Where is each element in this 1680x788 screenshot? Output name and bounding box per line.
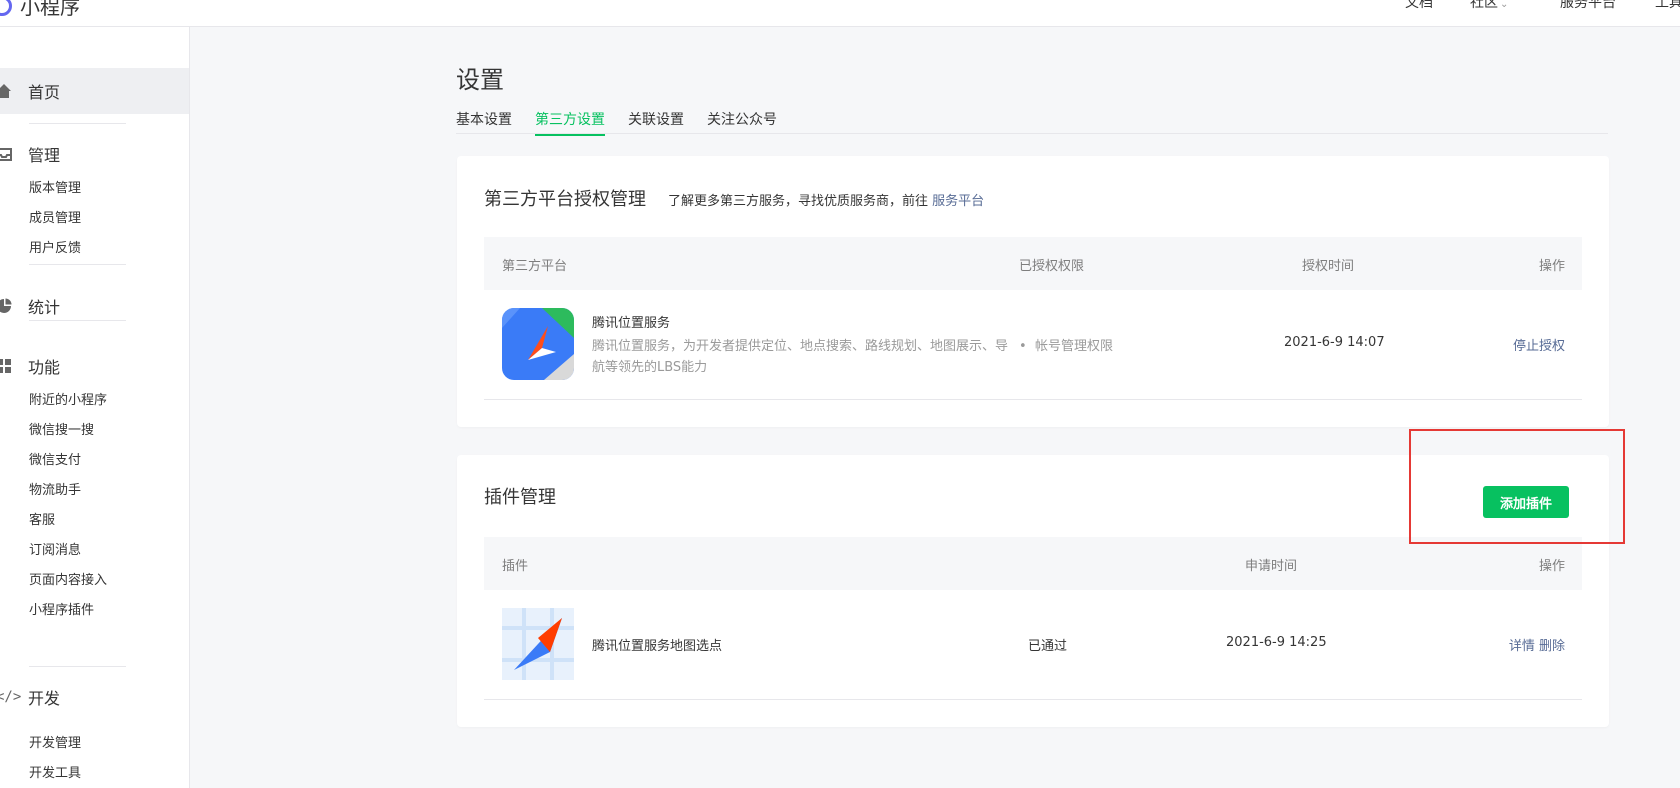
column-header: 已授权权限 — [1019, 259, 1085, 274]
column-header: 第三方平台 — [502, 259, 568, 274]
divider — [29, 123, 126, 124]
platform-description-line: 航等领先的LBS能力 — [592, 360, 708, 375]
sidebar-item-label: 功能 — [28, 358, 61, 377]
card-description: 了解更多第三方服务，寻找优质服务商，前往 服务平台 — [668, 190, 984, 209]
sidebar-item-plugins[interactable]: 小程序插件 — [29, 599, 94, 618]
tab-follow-official-account[interactable]: 关注公众号 — [707, 109, 777, 134]
column-header: 操作 — [1538, 259, 1565, 274]
sidebar-item-version-management[interactable]: 版本管理 — [29, 177, 81, 196]
sidebar-item-stats[interactable]: 统计 — [0, 283, 189, 329]
map-picker-plugin-icon — [502, 608, 574, 680]
sidebar-item-logistics[interactable]: 物流助手 — [29, 479, 81, 498]
permission-item: • 帐号管理权限 — [1019, 335, 1113, 354]
settings-tabs: 基本设置 第三方设置 关联设置 关注公众号 — [456, 106, 1608, 136]
grid-icon — [0, 358, 12, 374]
sidebar-item-dev-management[interactable]: 开发管理 — [29, 732, 81, 751]
platform-description-line: 腾讯位置服务，为开发者提供定位、地点搜索、路线规划、地图展示、导 — [592, 339, 1009, 354]
nav-community-label: 社区 — [1470, 0, 1498, 11]
bullet-icon: • — [1019, 339, 1035, 354]
code-icon: </> — [0, 689, 22, 705]
column-header: 插件 — [502, 559, 529, 574]
sidebar-item-develop[interactable]: </> 开发 — [0, 674, 189, 720]
table-row: 腾讯位置服务地图选点 已通过 2021-6-9 14:25 详情 删除 — [484, 590, 1582, 700]
sidebar-item-page-content[interactable]: 页面内容接入 — [29, 569, 107, 588]
highlight-annotation-box — [1409, 429, 1625, 544]
logo-text: 小程序 — [20, 0, 80, 19]
nav-docs[interactable]: 文档 — [1405, 0, 1433, 12]
tencent-location-app-icon — [502, 308, 574, 380]
service-platform-link[interactable]: 服务平台 — [932, 194, 984, 209]
sidebar-item-subscribe-message[interactable]: 订阅消息 — [29, 539, 81, 558]
sidebar-item-label: 开发 — [28, 689, 61, 708]
sidebar-item-nearby-miniprogram[interactable]: 附近的小程序 — [29, 389, 107, 408]
plugin-name: 腾讯位置服务地图选点 — [592, 639, 723, 654]
sidebar-item-wechat-search[interactable]: 微信搜一搜 — [29, 419, 94, 438]
description-text: 了解更多第三方服务，寻找优质服务商，前往 — [668, 194, 929, 209]
nav-service-platform[interactable]: 服务平台 — [1560, 0, 1616, 12]
plugin-actions: 详情 删除 — [1509, 635, 1565, 654]
permission-label: 帐号管理权限 — [1034, 339, 1113, 354]
card-title: 第三方平台授权管理 — [484, 189, 646, 210]
third-party-auth-card: 第三方平台授权管理 了解更多第三方服务，寻找优质服务商，前往 服务平台 第三方平… — [457, 156, 1609, 427]
sidebar-item-member-management[interactable]: 成员管理 — [29, 207, 81, 226]
plugin-status: 已通过 — [1028, 639, 1068, 654]
miniprogram-logo-icon — [0, 0, 12, 16]
sidebar-item-home[interactable]: 首页 — [0, 68, 189, 114]
sidebar-item-wechat-pay[interactable]: 微信支付 — [29, 449, 81, 468]
column-header: 申请时间 — [1245, 559, 1298, 574]
sidebar-item-user-feedback[interactable]: 用户反馈 — [29, 237, 81, 256]
nav-community[interactable]: 社区 ⌄ — [1470, 0, 1508, 12]
divider — [29, 320, 126, 321]
sidebar: 首页 管理 版本管理 成员管理 用户反馈 统计 功能 附近的小程序 微信搜一搜 … — [0, 27, 190, 788]
auth-time: 2021-6-9 14:07 — [1284, 335, 1385, 350]
sidebar-item-label: 管理 — [28, 146, 61, 165]
top-header: 小程序 文档 社区 ⌄ 服务平台 工具 — [0, 0, 1680, 27]
sidebar-item-customer-service[interactable]: 客服 — [29, 509, 55, 528]
divider — [29, 264, 126, 265]
platform-name: 腾讯位置服务 — [592, 316, 671, 331]
card-title: 插件管理 — [484, 487, 556, 508]
table-header: 插件 申请时间 操作 — [484, 537, 1582, 590]
column-header: 操作 — [1538, 559, 1565, 574]
chevron-down-icon: ⌄ — [1500, 0, 1509, 10]
column-header: 授权时间 — [1302, 259, 1355, 274]
apply-time: 2021-6-9 14:25 — [1226, 635, 1327, 650]
home-icon — [0, 83, 12, 99]
table-row: 腾讯位置服务 腾讯位置服务，为开发者提供定位、地点搜索、路线规划、地图展示、导 … — [484, 290, 1582, 400]
pie-chart-icon — [0, 298, 12, 314]
logo[interactable]: 小程序 — [0, 0, 80, 20]
tab-basic-settings[interactable]: 基本设置 — [456, 109, 512, 134]
sidebar-item-dev-tools[interactable]: 开发工具 — [29, 762, 81, 781]
stop-authorization-link[interactable]: 停止授权 — [1513, 335, 1565, 354]
tab-third-party-settings[interactable]: 第三方设置 — [535, 109, 605, 136]
nav-tools[interactable]: 工具 — [1655, 0, 1680, 12]
page-title: 设置 — [456, 66, 504, 94]
sidebar-item-label: 首页 — [28, 83, 61, 102]
table-header: 第三方平台 已授权权限 授权时间 操作 — [484, 237, 1582, 290]
inbox-icon — [0, 146, 12, 162]
plugin-detail-link[interactable]: 详情 — [1509, 639, 1535, 654]
sidebar-item-features[interactable]: 功能 — [0, 343, 189, 389]
divider — [29, 666, 126, 667]
sidebar-item-label: 统计 — [28, 298, 61, 317]
plugin-delete-link[interactable]: 删除 — [1539, 639, 1565, 654]
sidebar-item-manage[interactable]: 管理 — [0, 131, 189, 177]
tab-association-settings[interactable]: 关联设置 — [628, 109, 684, 134]
